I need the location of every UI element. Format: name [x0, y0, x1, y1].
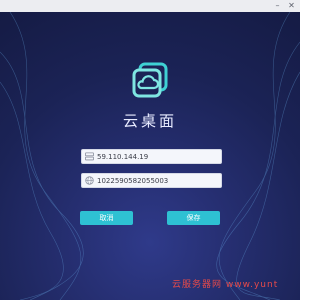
save-button[interactable]: 保存	[167, 211, 220, 225]
watermark-text: 云服务器网 www.yunt	[172, 280, 279, 290]
globe-icon	[85, 176, 94, 185]
device-id-field[interactable]	[81, 173, 222, 188]
cancel-button[interactable]: 取消	[80, 211, 133, 225]
close-button[interactable]: ✕	[286, 0, 297, 12]
server-address-field[interactable]	[81, 149, 222, 164]
cloud-desktop-logo-icon	[132, 62, 168, 98]
desktop-client-window: – ✕ 云桌面 59.110.144.19 1022590582055003 取…	[0, 0, 300, 300]
server-address-input[interactable]	[97, 150, 217, 163]
device-id-input[interactable]	[97, 174, 217, 187]
minimize-button[interactable]: –	[272, 0, 283, 12]
app-title: 云桌面	[122, 112, 177, 130]
server-icon	[85, 152, 94, 161]
